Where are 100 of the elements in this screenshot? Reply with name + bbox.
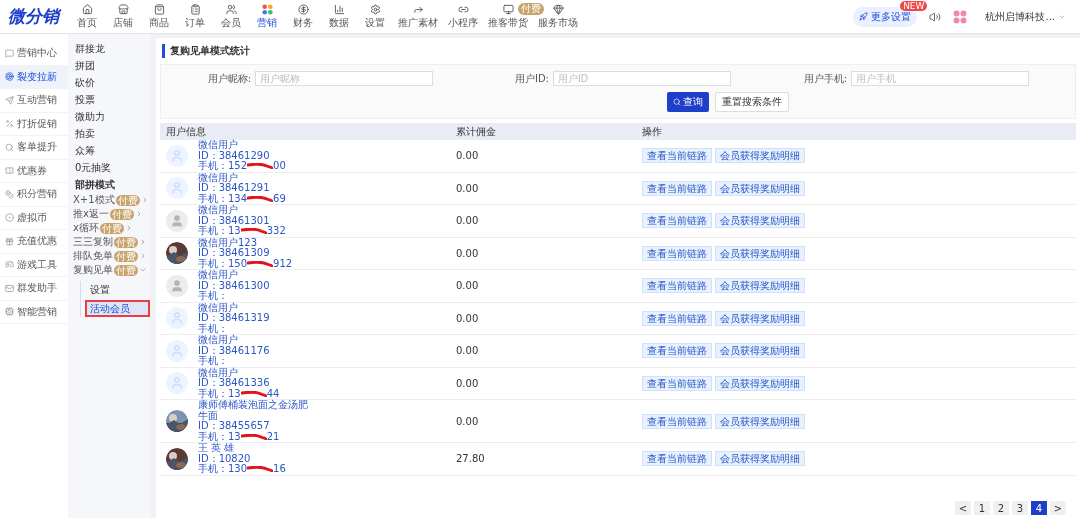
paid-badge: 付费 xyxy=(114,250,138,262)
subnav-item[interactable]: 群接龙 xyxy=(72,40,150,57)
page-button[interactable]: 4 xyxy=(1031,501,1047,515)
input-field[interactable]: 用户ID xyxy=(553,71,731,86)
user-name: 微信用户123 xyxy=(198,237,259,248)
avatar-icon xyxy=(166,209,188,232)
field-label: 用户手机: xyxy=(803,71,847,86)
user-id: ID：38461300 xyxy=(198,280,271,291)
nav-item[interactable]: 推广素材 xyxy=(394,1,442,32)
paid-badge: 付费 xyxy=(99,222,124,234)
user-phone: 手机：152 xyxy=(198,161,248,172)
user-id: ID：38461301 xyxy=(198,215,271,226)
nav-item[interactable]: 营销 xyxy=(250,1,284,32)
search-button[interactable]: 查询 xyxy=(667,92,709,112)
user-id: ID：10820 xyxy=(198,453,252,464)
user-name: 王 英 雄 xyxy=(198,443,236,454)
action-button[interactable]: 会员获得奖励明细 xyxy=(715,343,805,359)
subnav-item[interactable]: 设置 xyxy=(85,281,150,298)
user-id: ID：38461290 xyxy=(198,150,271,161)
action-button[interactable]: 查看当前链路 xyxy=(642,343,712,359)
user-phone: 手机： xyxy=(198,356,228,367)
nav-item[interactable]: 设置 xyxy=(358,1,392,32)
subnav-item[interactable]: 活动会员 xyxy=(85,300,150,317)
action-button[interactable]: 查看当前链路 xyxy=(642,148,712,164)
subnav-item[interactable]: 0元抽奖 xyxy=(72,159,150,176)
action-button[interactable]: 会员获得奖励明细 xyxy=(715,278,805,294)
page-button[interactable]: 3 xyxy=(1012,501,1028,515)
action-button[interactable]: 会员获得奖励明细 xyxy=(715,413,805,429)
mode-item[interactable]: 排队免单 付费 xyxy=(72,249,150,263)
user-name: 微信用户 xyxy=(198,335,239,346)
avatar-icon xyxy=(166,372,188,395)
mode-item[interactable]: X+1模式 付费 xyxy=(72,193,150,207)
user-phone: 手机：13 xyxy=(198,431,241,442)
user-name: 康师傅桶装泡面之金汤肥牛面 xyxy=(198,400,309,421)
page-button[interactable]: 2 xyxy=(993,501,1009,515)
action-button[interactable]: 查看当前链路 xyxy=(642,213,712,229)
gift-icon xyxy=(5,236,14,246)
next-page-button[interactable]: > xyxy=(1050,501,1066,515)
action-button[interactable]: 会员获得奖励明细 xyxy=(715,148,805,164)
commission: 0.00 xyxy=(455,215,480,227)
subnav-item[interactable]: 众筹 xyxy=(72,142,150,159)
action-button[interactable]: 会员获得奖励明细 xyxy=(715,451,805,467)
nav-item[interactable]: 数据 xyxy=(322,1,356,32)
reset-button[interactable]: 重置搜索条件 xyxy=(715,92,789,112)
commission: 0.00 xyxy=(455,377,480,389)
commission: 27.80 xyxy=(455,453,486,465)
nav-item[interactable]: 首页 xyxy=(70,1,104,32)
speaker-icon[interactable] xyxy=(929,10,942,23)
logo-icon xyxy=(953,9,968,24)
user-name: 微信用户 xyxy=(198,172,239,183)
mode-item[interactable]: 推x返一 付费 xyxy=(72,207,150,221)
action-button[interactable]: 查看当前链路 xyxy=(642,451,712,467)
mode-item[interactable]: x循环 付费 xyxy=(72,221,150,235)
mode-item[interactable]: 三三复制 付费 xyxy=(72,235,150,249)
nav-item[interactable]: 财务 xyxy=(286,1,320,32)
grid-icon xyxy=(261,3,273,15)
action-button[interactable]: 查看当前链路 xyxy=(642,413,712,429)
nav-item[interactable]: 订单 xyxy=(178,1,212,32)
subnav-item[interactable]: 砍价 xyxy=(72,74,150,91)
subnav-item[interactable]: 拼团 xyxy=(72,57,150,74)
subnav-item[interactable]: 微助力 xyxy=(72,108,150,125)
input-field[interactable]: 用户手机 xyxy=(851,71,1029,86)
nav-item[interactable]: 店铺 xyxy=(106,1,140,32)
action-button[interactable]: 查看当前链路 xyxy=(642,310,712,326)
coins-icon xyxy=(5,189,14,199)
field-label: 用户ID: xyxy=(514,71,549,86)
percent-icon xyxy=(5,119,14,129)
subnav-item[interactable]: 拍卖 xyxy=(72,125,150,142)
mode-item[interactable]: 复购见单 付费 xyxy=(72,263,150,277)
user-phone: 44 xyxy=(266,388,280,399)
action-button[interactable]: 查看当前链路 xyxy=(642,375,712,391)
action-button[interactable]: 会员获得奖励明细 xyxy=(715,180,805,196)
nav-item[interactable]: 会员 xyxy=(214,1,248,32)
user-id: ID：38461336 xyxy=(198,378,271,388)
sidebar-item[interactable]: 裂变拉新 xyxy=(0,65,68,89)
paid-badge: 付费 xyxy=(114,264,138,276)
user-name: 微信用户 xyxy=(198,140,239,151)
user-phone: 手机：13 xyxy=(198,226,241,237)
account-menu[interactable]: 杭州启博科技... xyxy=(979,8,1072,25)
nav-item[interactable]: 小程序 xyxy=(444,1,482,32)
action-button[interactable]: 会员获得奖励明细 xyxy=(715,375,805,391)
avatar-icon xyxy=(166,144,188,167)
page-button[interactable]: 1 xyxy=(974,501,990,515)
action-button[interactable]: 查看当前链路 xyxy=(642,278,712,294)
page-title: 复购见单模式统计 xyxy=(162,44,1076,58)
action-button[interactable]: 会员获得奖励明细 xyxy=(715,213,805,229)
user-name: 微信用户 xyxy=(198,205,239,216)
action-button[interactable]: 查看当前链路 xyxy=(642,180,712,196)
prev-page-button[interactable]: < xyxy=(955,501,971,515)
dollar-icon xyxy=(297,3,309,15)
action-button[interactable]: 查看当前链路 xyxy=(642,245,712,261)
home-icon xyxy=(81,3,93,15)
action-button[interactable]: 会员获得奖励明细 xyxy=(715,310,805,326)
subnav-item[interactable]: 投票 xyxy=(72,91,150,108)
action-button[interactable]: 会员获得奖励明细 xyxy=(715,245,805,261)
new-badge: NEW xyxy=(900,0,928,11)
store-icon xyxy=(117,3,129,15)
paid-badge: 付费 xyxy=(114,236,138,248)
user-id: ID：38461291 xyxy=(198,183,271,193)
nav-item[interactable]: 商品 xyxy=(142,1,176,32)
